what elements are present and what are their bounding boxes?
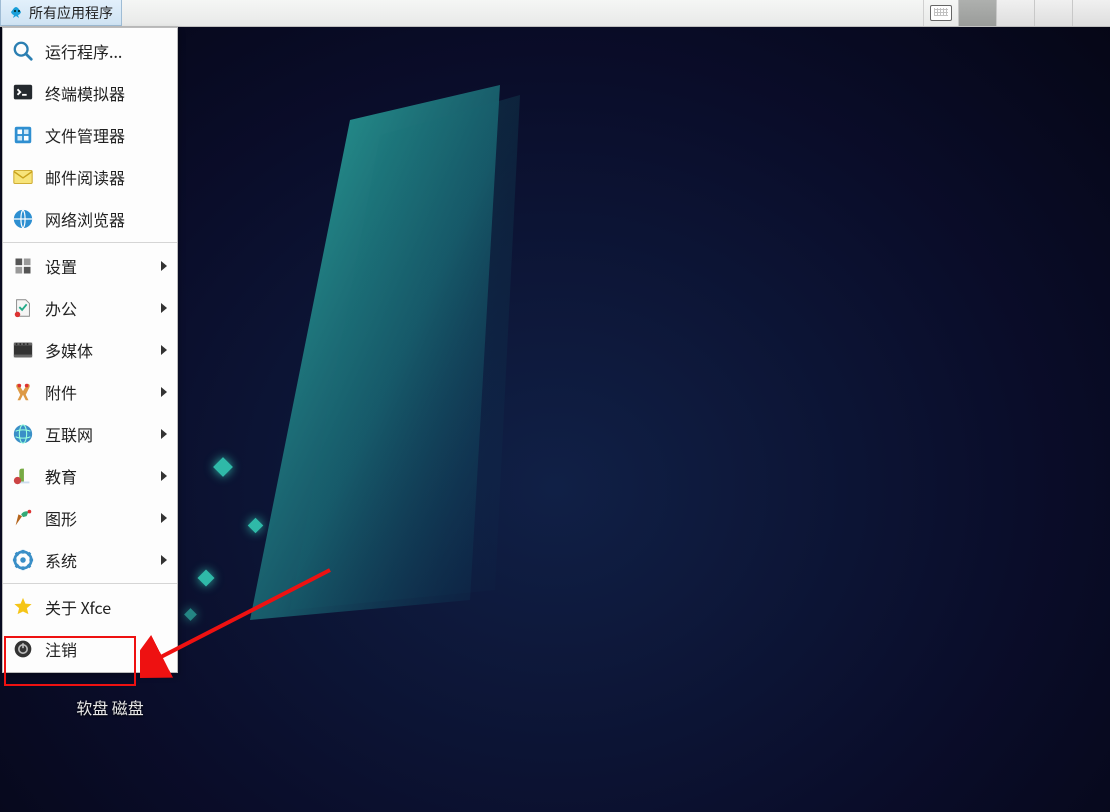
menu-item-label: 运行程序... <box>45 39 167 63</box>
panel-slot-2[interactable] <box>996 0 1034 26</box>
accessories-icon <box>11 380 35 404</box>
submenu-arrow-icon <box>161 303 167 313</box>
education-icon <box>11 464 35 488</box>
wallpaper-particle <box>198 570 215 587</box>
keyboard-icon <box>930 5 952 21</box>
applications-menu-button[interactable]: 所有应用程序 <box>0 0 122 26</box>
logout-icon <box>11 637 35 661</box>
panel-slot-4[interactable] <box>1072 0 1110 26</box>
submenu-arrow-icon <box>161 555 167 565</box>
top-panel: 所有应用程序 <box>0 0 1110 27</box>
menu-run-program[interactable]: 运行程序... <box>3 30 177 72</box>
menu-internet[interactable]: 互联网 <box>3 413 177 455</box>
menu-item-label: 设置 <box>45 254 151 278</box>
settings-icon <box>11 254 35 278</box>
submenu-arrow-icon <box>161 513 167 523</box>
desktop-icon-label: 软盘 磁盘 <box>50 695 170 719</box>
menu-separator <box>3 242 177 243</box>
terminal-icon <box>11 81 35 105</box>
internet-icon <box>11 422 35 446</box>
run-icon <box>11 39 35 63</box>
mail-icon <box>11 165 35 189</box>
file-manager-icon <box>11 123 35 147</box>
office-icon <box>11 296 35 320</box>
menu-about-xfce[interactable]: 关于 Xfce <box>3 586 177 628</box>
wallpaper-beam <box>200 80 660 630</box>
menu-item-label: 注销 <box>45 637 167 661</box>
wallpaper-particle <box>213 457 233 477</box>
wallpaper-particle <box>184 608 197 621</box>
wallpaper-particle <box>248 518 264 534</box>
graphics-icon <box>11 506 35 530</box>
panel-slot-3[interactable] <box>1034 0 1072 26</box>
menu-item-label: 多媒体 <box>45 338 151 362</box>
menu-graphics[interactable]: 图形 <box>3 497 177 539</box>
menu-multimedia[interactable]: 多媒体 <box>3 329 177 371</box>
menu-settings[interactable]: 设置 <box>3 245 177 287</box>
menu-terminal[interactable]: 终端模拟器 <box>3 72 177 114</box>
menu-separator <box>3 583 177 584</box>
menu-file-manager[interactable]: 文件管理器 <box>3 114 177 156</box>
menu-mail-reader[interactable]: 邮件阅读器 <box>3 156 177 198</box>
star-icon <box>11 595 35 619</box>
submenu-arrow-icon <box>161 471 167 481</box>
menu-item-label: 邮件阅读器 <box>45 165 167 189</box>
keyboard-indicator[interactable] <box>923 0 958 26</box>
browser-icon <box>11 207 35 231</box>
menu-item-label: 系统 <box>45 548 151 572</box>
menu-logout[interactable]: 注销 <box>3 628 177 670</box>
submenu-arrow-icon <box>161 429 167 439</box>
panel-slot-1[interactable] <box>958 0 996 26</box>
menu-item-label: 附件 <box>45 380 151 404</box>
menu-item-label: 网络浏览器 <box>45 207 167 231</box>
desktop-root: 所有应用程序 运行程序... 终端模拟器 <box>0 0 1110 812</box>
multimedia-icon <box>11 338 35 362</box>
menu-system[interactable]: 系统 <box>3 539 177 581</box>
submenu-arrow-icon <box>161 261 167 271</box>
menu-item-label: 关于 Xfce <box>45 595 167 619</box>
applications-menu: 运行程序... 终端模拟器 文件管理器 邮件阅读器 网络浏览器 <box>2 27 178 673</box>
xfce-logo-icon <box>9 5 25 21</box>
menu-education[interactable]: 教育 <box>3 455 177 497</box>
menu-item-label: 办公 <box>45 296 151 320</box>
menu-accessories[interactable]: 附件 <box>3 371 177 413</box>
menu-item-label: 图形 <box>45 506 151 530</box>
applications-menu-label: 所有应用程序 <box>29 3 113 23</box>
menu-item-label: 终端模拟器 <box>45 81 167 105</box>
menu-office[interactable]: 办公 <box>3 287 177 329</box>
desktop-icon-floppy[interactable]: 软盘 磁盘 <box>50 695 170 719</box>
menu-item-label: 教育 <box>45 464 151 488</box>
panel-spacer <box>122 0 923 26</box>
system-icon <box>11 548 35 572</box>
submenu-arrow-icon <box>161 345 167 355</box>
menu-item-label: 互联网 <box>45 422 151 446</box>
menu-web-browser[interactable]: 网络浏览器 <box>3 198 177 240</box>
menu-item-label: 文件管理器 <box>45 123 167 147</box>
submenu-arrow-icon <box>161 387 167 397</box>
